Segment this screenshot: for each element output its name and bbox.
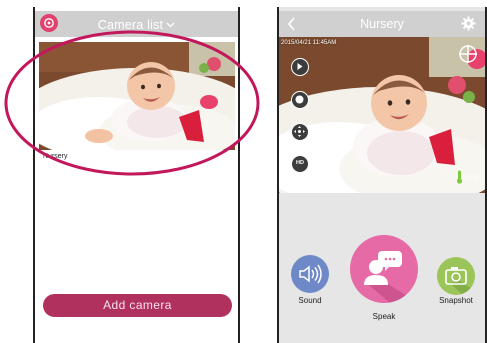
- thermometer-icon: [456, 170, 463, 184]
- move-button[interactable]: [291, 123, 309, 141]
- video-timestamp: 2015/04/21 11:45AM: [281, 40, 337, 46]
- record-button[interactable]: [291, 91, 309, 109]
- hd-icon: HD: [296, 160, 304, 166]
- camera-title: Nursery: [360, 17, 404, 31]
- speak-button[interactable]: [350, 235, 418, 303]
- highlight-circle-annotation: [4, 30, 260, 176]
- speaker-icon: [299, 264, 322, 284]
- live-view-header: Nursery: [279, 11, 485, 37]
- move-icon: [294, 126, 305, 137]
- camera-icon: [445, 267, 475, 295]
- hd-button[interactable]: HD: [291, 155, 309, 173]
- gear-icon[interactable]: [461, 16, 476, 31]
- crosshair-icon[interactable]: [458, 44, 478, 64]
- play-icon: [297, 63, 303, 70]
- play-button[interactable]: [291, 58, 309, 76]
- speaking-person-icon: [364, 251, 418, 303]
- sound-label: Sound: [298, 296, 322, 305]
- live-view-screen: Nursery 2015/04/21 11:45AM HD 24°C Sound…: [277, 7, 487, 343]
- record-icon: [295, 95, 304, 104]
- sound-button[interactable]: [291, 255, 329, 293]
- live-video-feed[interactable]: 2015/04/21 11:45AM HD 24°C: [279, 37, 485, 193]
- temperature-value: 24°C: [465, 175, 479, 181]
- snapshot-label: Snapshot: [439, 296, 473, 305]
- add-camera-button[interactable]: Add camera: [43, 294, 232, 317]
- speak-label: Speak: [372, 312, 396, 321]
- snapshot-button[interactable]: [437, 257, 475, 295]
- control-panel: Sound Speak Snapshot: [279, 193, 485, 343]
